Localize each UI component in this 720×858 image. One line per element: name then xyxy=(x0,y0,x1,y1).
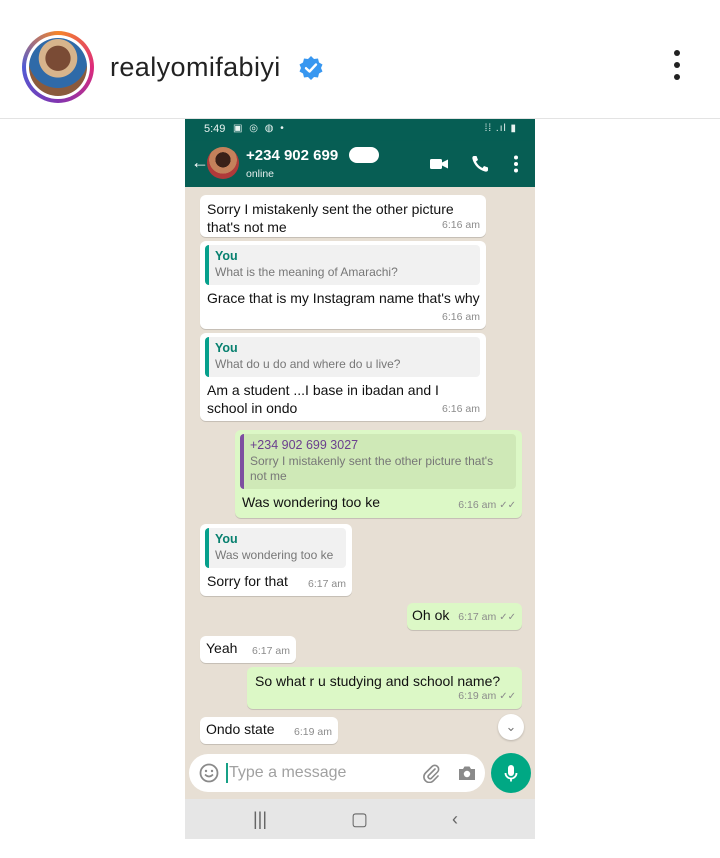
contact-avatar[interactable] xyxy=(207,147,239,179)
attach-icon[interactable] xyxy=(421,763,441,783)
more-options-icon[interactable] xyxy=(670,50,684,86)
chat-header: ← +234 902 699 online xyxy=(185,141,535,187)
message-text: Grace that is my Instagram name that's w… xyxy=(207,290,480,306)
verified-badge-icon xyxy=(299,56,323,80)
back-icon[interactable]: ‹ xyxy=(452,809,458,830)
android-nav-bar: ||| ▢ ‹ xyxy=(185,799,535,839)
quote-author: You xyxy=(215,341,238,355)
message-time: 6:19 am ✓✓ xyxy=(458,690,516,702)
message-bubble[interactable]: +234 902 699 3027 Sorry I mistakenly sen… xyxy=(235,430,522,518)
message-bubble[interactable]: Oh ok 6:17 am ✓✓ xyxy=(407,603,522,630)
message-time: 6:16 am xyxy=(442,219,480,231)
voice-call-icon[interactable] xyxy=(469,153,491,175)
read-receipt-icon: ✓✓ xyxy=(499,500,516,511)
message-bubble[interactable]: You What do u do and where do u live? Am… xyxy=(200,333,486,421)
message-input[interactable]: Type a message xyxy=(225,763,346,783)
whatsapp-screenshot: 5:49 ▣ ◎ ◍ • ⁞⁞ .ıl ▮ ← +234 902 699 onl… xyxy=(185,119,535,839)
video-call-icon[interactable] xyxy=(428,153,450,175)
username[interactable]: realyomifabiyi xyxy=(110,52,281,83)
message-bubble[interactable]: Yeah 6:17 am xyxy=(200,636,296,663)
message-bubble[interactable]: You What is the meaning of Amarachi? Gra… xyxy=(200,241,486,329)
notification-icons: ▣ ◎ ◍ • xyxy=(233,123,286,134)
quote-text: What is the meaning of Amarachi? xyxy=(215,265,398,279)
message-time: 6:17 am xyxy=(252,645,290,657)
signal-battery-icons: ⁞⁞ .ıl ▮ xyxy=(484,123,517,134)
message-bubble[interactable]: You Was wondering too ke Sorry for that … xyxy=(200,524,352,596)
message-bubble[interactable]: Ondo state 6:19 am xyxy=(200,717,338,744)
message-composer[interactable]: Type a message xyxy=(189,754,485,792)
message-time: 6:17 am xyxy=(308,578,346,590)
quote-author: You xyxy=(215,249,238,263)
status-bar: 5:49 ▣ ◎ ◍ • ⁞⁞ .ıl ▮ xyxy=(185,119,535,141)
profile-avatar[interactable] xyxy=(22,31,94,103)
read-receipt-icon: ✓✓ xyxy=(499,691,516,702)
mic-icon xyxy=(504,765,518,782)
recents-icon[interactable]: ||| xyxy=(253,809,267,830)
quoted-message[interactable]: You Was wondering too ke xyxy=(205,528,346,568)
home-icon[interactable]: ▢ xyxy=(351,809,368,830)
menu-icon[interactable] xyxy=(505,153,527,175)
message-text: Am a student ...I base in ibadan and I s… xyxy=(207,382,439,416)
quote-text: Sorry I mistakenly sent the other pictur… xyxy=(250,454,494,483)
message-time: 6:19 am xyxy=(294,726,332,738)
message-text: Sorry I mistakenly sent the other pictur… xyxy=(207,201,454,235)
message-time: 6:16 am xyxy=(442,311,480,323)
redaction-blob xyxy=(349,147,379,163)
mic-button[interactable] xyxy=(491,753,531,793)
quoted-message[interactable]: +234 902 699 3027 Sorry I mistakenly sen… xyxy=(240,434,516,489)
emoji-icon[interactable] xyxy=(199,763,219,783)
message-bubble[interactable]: So what r u studying and school name? 6:… xyxy=(247,667,522,709)
quote-author: You xyxy=(215,532,238,546)
message-time: 6:17 am ✓✓ xyxy=(458,611,516,623)
contact-name[interactable]: +234 902 699 xyxy=(246,147,338,164)
read-receipt-icon: ✓✓ xyxy=(499,612,516,623)
status-time: 5:49 xyxy=(204,123,226,135)
message-bubble[interactable]: Sorry I mistakenly sent the other pictur… xyxy=(200,195,486,237)
message-time: 6:16 am ✓✓ xyxy=(458,499,516,511)
post-header: realyomifabiyi xyxy=(0,0,720,119)
message-time: 6:16 am xyxy=(442,403,480,415)
camera-icon[interactable] xyxy=(457,763,477,783)
quote-author: +234 902 699 3027 xyxy=(250,438,359,452)
quoted-message[interactable]: You What is the meaning of Amarachi? xyxy=(205,245,480,285)
quoted-message[interactable]: You What do u do and where do u live? xyxy=(205,337,480,377)
quote-text: What do u do and where do u live? xyxy=(215,357,401,371)
quote-text: Was wondering too ke xyxy=(215,548,334,562)
contact-status: online xyxy=(246,168,275,180)
scroll-down-button[interactable]: ⌄ xyxy=(498,714,524,740)
